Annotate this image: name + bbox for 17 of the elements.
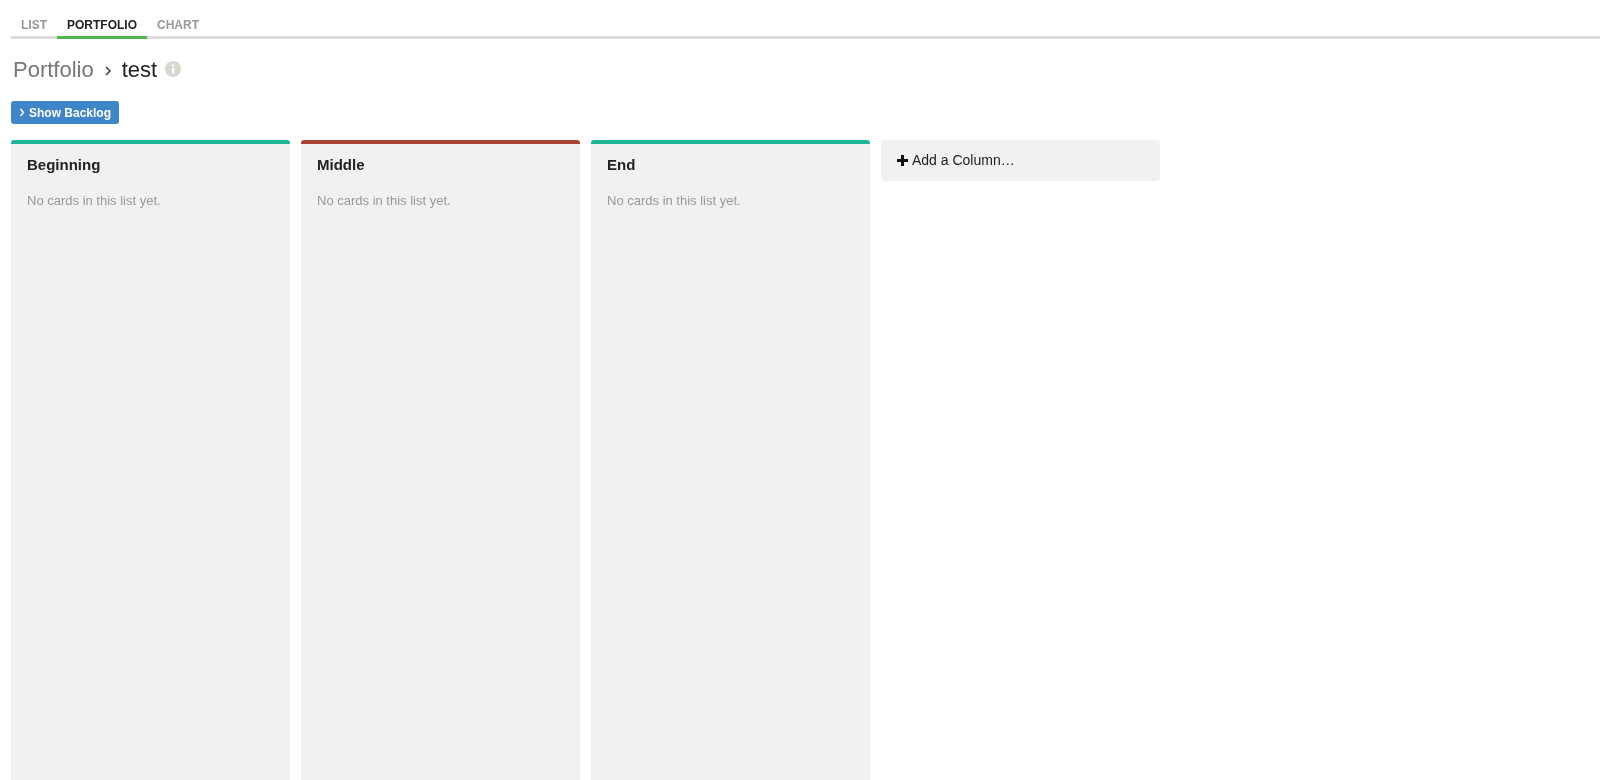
add-column-button[interactable]: Add a Column… [881, 140, 1160, 181]
column-title: End [607, 155, 637, 175]
empty-list-text: No cards in this list yet. [27, 191, 162, 210]
empty-list-text: No cards in this list yet. [317, 191, 452, 210]
tab[interactable]: LIST [11, 0, 57, 39]
breadcrumb-current: test [121, 55, 158, 84]
plus-icon [897, 155, 908, 166]
tab[interactable]: CHART [147, 0, 209, 39]
empty-list-text: No cards in this list yet. [607, 191, 742, 210]
show-backlog-button[interactable]: Show Backlog [11, 101, 119, 124]
column-title: Middle [317, 155, 366, 175]
breadcrumb-link[interactable]: Portfolio [13, 52, 94, 86]
chevron-icon [19, 108, 25, 117]
chevron-icon [103, 64, 112, 77]
tab[interactable]: PORTFOLIO [57, 0, 147, 39]
column-title: Beginning [27, 155, 102, 175]
info-icon[interactable] [165, 61, 182, 77]
